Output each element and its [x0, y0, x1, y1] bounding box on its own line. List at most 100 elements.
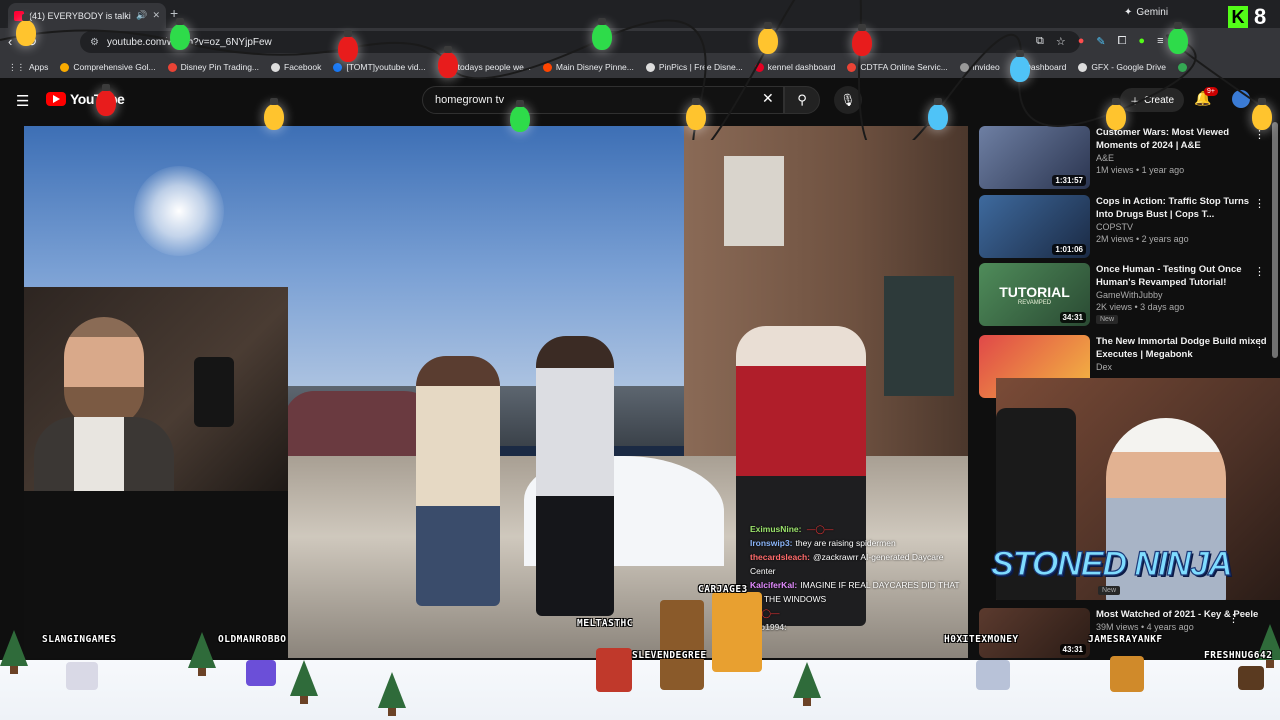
- gemini-button[interactable]: ✦ Gemini: [1124, 7, 1168, 18]
- bookmark-1[interactable]: Comprehensive Gol...: [60, 62, 156, 72]
- stoned-ninja-title: STONED NINJA: [990, 544, 1233, 583]
- thumbnail-subtext: REVAMPED: [1017, 299, 1052, 306]
- video-sun: [134, 166, 224, 256]
- streamer-shirt: [34, 417, 174, 491]
- video-title[interactable]: Customer Wars: Most Viewed Moments of 20…: [1096, 126, 1269, 152]
- viewer-username: OLDMANROBBO: [218, 634, 287, 645]
- notification-badge: 9+: [1204, 87, 1218, 96]
- gemini-icon: ✦: [1124, 7, 1133, 18]
- more-options-icon[interactable]: ⋮: [1254, 265, 1265, 278]
- bookmark-7[interactable]: PinPics | Free Disne...: [645, 62, 743, 72]
- close-tab-icon[interactable]: ✕: [152, 10, 160, 21]
- url-field[interactable]: ⚙ youtube.com/watch?v=oz_6NYjpFew: [80, 31, 1080, 53]
- christmas-light: [338, 30, 358, 62]
- channel-name[interactable]: A&E: [1096, 152, 1269, 164]
- christmas-light: [1252, 98, 1272, 130]
- more-options-icon[interactable]: ⋮: [1254, 197, 1265, 210]
- search-value: homegrown tv: [435, 94, 505, 106]
- chat-name: thecardsleach:: [750, 552, 810, 562]
- bookmark-4[interactable]: [TOMT]youtube vid...: [333, 62, 426, 72]
- plus-icon: ＋: [1130, 96, 1140, 108]
- christmas-light: [686, 98, 706, 130]
- christmas-light: [1010, 50, 1030, 82]
- video-title[interactable]: The New Immortal Dodge Build mixed Execu…: [1096, 335, 1269, 361]
- new-badge: New: [1098, 586, 1121, 595]
- video-title[interactable]: Once Human - Testing Out Once Human's Re…: [1096, 263, 1269, 289]
- video-title[interactable]: Cops in Action: Traffic Stop Turns Into …: [1096, 195, 1269, 221]
- viewer-username: CARJAGE3: [698, 584, 748, 595]
- christmas-light: [1106, 98, 1126, 130]
- bookmark-favicon-icon: [271, 62, 281, 72]
- video-person: [536, 336, 614, 616]
- bookmark-2[interactable]: Disney Pin Trading...: [167, 62, 259, 72]
- chat-name: EximusNine:: [750, 524, 802, 534]
- extension-green-icon[interactable]: ●: [1138, 35, 1145, 48]
- recommendation-item[interactable]: 1:31:57 Customer Wars: Most Viewed Momen…: [979, 126, 1269, 190]
- voice-search-button[interactable]: 🎙: [834, 86, 862, 114]
- extensions-puzzle-icon[interactable]: ⧠: [1118, 35, 1127, 48]
- bookmark-star-icon[interactable]: ☆: [1056, 35, 1066, 48]
- goku-sprite: [712, 592, 762, 672]
- media-icon[interactable]: ≡: [1157, 35, 1163, 48]
- bookmark-apps[interactable]: ⋮⋮ Apps: [8, 62, 48, 73]
- bookmark-10[interactable]: invideo: [959, 62, 1000, 72]
- video-thumbnail[interactable]: 43:31: [979, 608, 1090, 658]
- scrollbar[interactable]: [1272, 122, 1278, 358]
- bookmark-13[interactable]: [1177, 62, 1191, 72]
- audio-icon[interactable]: 🔊: [136, 10, 147, 21]
- more-options-icon[interactable]: ⋮: [1254, 337, 1265, 350]
- recommendation-item[interactable]: TUTORIAL REVAMPED 34:31 Once Human - Tes…: [979, 263, 1269, 327]
- install-icon[interactable]: ⧉: [1036, 35, 1044, 48]
- viewer-username: H0XITEXMONEY: [944, 634, 1019, 645]
- extension-red-icon[interactable]: ●: [1078, 35, 1085, 48]
- video-thumbnail[interactable]: 1:31:57: [979, 126, 1090, 189]
- bookmark-12[interactable]: GFX - Google Drive: [1078, 62, 1166, 72]
- poop-sprite: [1238, 666, 1264, 690]
- video-title[interactable]: Most Watched of 2021 - Key & Peele: [1096, 608, 1269, 621]
- santa-sprite: [596, 648, 632, 692]
- dashboard-icon: [1078, 62, 1088, 72]
- bookmarks-bar: ⋮⋮ Apps Comprehensive Gol... Disney Pin T…: [0, 56, 1280, 78]
- bookmark-favicon-icon: [167, 62, 177, 72]
- video-person: [416, 356, 500, 606]
- bookmark-6[interactable]: Main Disney Pinne...: [542, 62, 634, 72]
- search-input[interactable]: homegrown tv: [422, 86, 784, 114]
- bookmark-3[interactable]: Facebook: [271, 62, 321, 72]
- back-icon[interactable]: ‹: [8, 34, 12, 50]
- create-button[interactable]: ＋ Create: [1120, 88, 1185, 112]
- avatar[interactable]: [1232, 90, 1250, 108]
- bookmark-9[interactable]: CDTFA Online Servic...: [847, 62, 948, 72]
- youtube-play-icon: [46, 92, 66, 106]
- channel-name[interactable]: GameWithJubby: [1096, 289, 1269, 301]
- browser-tab-bar: (41) EVERYBODY is talking 🔊 ✕ + ✦ Gemini…: [0, 0, 1280, 29]
- video-thumbnail[interactable]: 1:01:06: [979, 195, 1090, 258]
- chat-line: —◯—: [753, 608, 780, 618]
- tab-title: (41) EVERYBODY is talking: [29, 10, 132, 21]
- address-bar-icons: ⧉ ☆ ● ✎ ⧠ ● ≡ ⋮: [1036, 35, 1187, 48]
- address-bar-row: ‹ ↻ ⚙ youtube.com/watch?v=oz_6NYjpFew ⧉ …: [0, 28, 1280, 56]
- bookmark-8[interactable]: kennel dashboard: [754, 62, 835, 72]
- site-info-icon[interactable]: ⚙: [90, 37, 99, 48]
- create-label: Create: [1144, 94, 1175, 106]
- video-duration: 1:31:57: [1052, 175, 1086, 186]
- search-button[interactable]: ⚲: [784, 86, 820, 114]
- menu-hamburger-icon[interactable]: ☰: [16, 92, 29, 110]
- gemini-label: Gemini: [1136, 7, 1169, 18]
- streamer-webcam: [24, 287, 288, 491]
- video-duration: 43:31: [1059, 644, 1086, 655]
- channel-name[interactable]: Dex: [1096, 361, 1269, 373]
- monster-sprite: [246, 660, 276, 686]
- recommendation-item[interactable]: 1:01:06 Cops in Action: Traffic Stop Tur…: [979, 195, 1269, 259]
- chat-name: KalciferKal:: [750, 580, 798, 590]
- video-thumbnail[interactable]: TUTORIAL REVAMPED 34:31: [979, 263, 1090, 326]
- pine-tree: [188, 632, 216, 676]
- video-duration: 1:01:06: [1052, 244, 1086, 255]
- extension-blue-icon[interactable]: ✎: [1096, 35, 1105, 48]
- more-options-icon[interactable]: ⋮: [1228, 612, 1239, 625]
- clear-search-icon[interactable]: ✕: [762, 90, 774, 107]
- bookmark-favicon-icon: [959, 62, 969, 72]
- chat-line: Ironswip3: they are raising spidermen: [750, 536, 962, 550]
- channel-name[interactable]: COPSTV: [1096, 221, 1269, 233]
- video-meta: Cops in Action: Traffic Stop Turns Into …: [1096, 195, 1269, 259]
- search-icon: ⚲: [797, 92, 807, 107]
